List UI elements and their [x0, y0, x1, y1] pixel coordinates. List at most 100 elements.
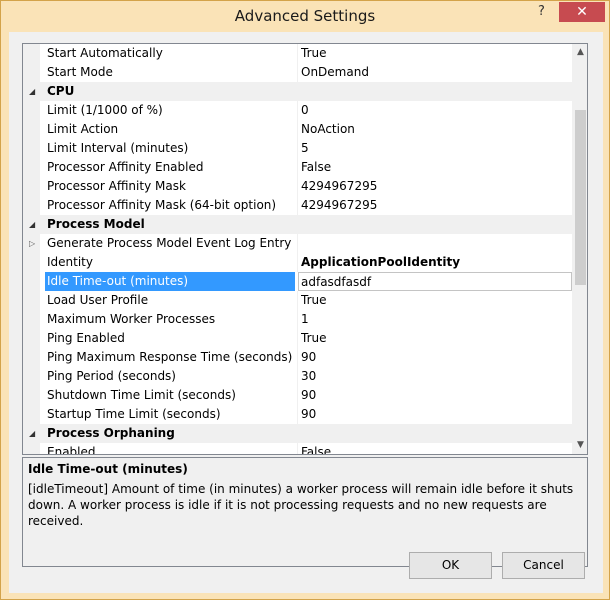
row-gutter [23, 405, 40, 424]
row-gutter [23, 367, 40, 386]
property-name: Identity [47, 255, 93, 269]
property-row-limit-interval[interactable]: Limit Interval (minutes) 5 [23, 139, 572, 158]
property-name: Shutdown Time Limit (seconds) [47, 388, 236, 402]
property-name: Idle Time-out (minutes) [45, 272, 295, 291]
advanced-settings-dialog: Advanced Settings ? ✕ Start Automaticall… [0, 0, 610, 600]
expand-triangle-icon[interactable]: ▷ [29, 234, 35, 253]
property-row-identity[interactable]: Identity ApplicationPoolIdentity [23, 253, 572, 272]
collapse-triangle-icon[interactable]: ◢ [29, 215, 35, 234]
vertical-scrollbar[interactable]: ▲ ▼ [572, 44, 587, 454]
row-gutter [23, 253, 40, 272]
property-name: Processor Affinity Mask (64-bit option) [47, 198, 277, 212]
description-title: Idle Time-out (minutes) [28, 462, 188, 476]
property-row-start-mode[interactable]: Start Mode OnDemand [23, 63, 572, 82]
property-row-processor-affinity-mask[interactable]: Processor Affinity Mask 4294967295 [23, 177, 572, 196]
property-row-orphaning-enabled[interactable]: Enabled False [23, 443, 572, 454]
column-divider [297, 177, 298, 196]
property-name: Load User Profile [47, 293, 149, 307]
property-name: Maximum Worker Processes [47, 312, 216, 326]
row-gutter [23, 291, 40, 310]
property-value[interactable]: 4294967295 [301, 196, 571, 215]
property-row-startup-time-limit[interactable]: Startup Time Limit (seconds) 90 [23, 405, 572, 424]
property-name: Processor Affinity Mask [47, 179, 186, 193]
help-button[interactable]: ? [528, 2, 555, 22]
property-row-ping-max-response[interactable]: Ping Maximum Response Time (seconds) 90 [23, 348, 572, 367]
property-value[interactable]: NoAction [301, 120, 571, 139]
column-divider [297, 291, 298, 310]
property-value[interactable]: 90 [301, 348, 571, 367]
property-name: Limit (1/1000 of %) [47, 103, 163, 117]
column-divider [297, 329, 298, 348]
property-value[interactable]: 90 [301, 386, 571, 405]
scrollbar-thumb[interactable] [575, 110, 586, 285]
property-name: Limit Action [47, 122, 119, 136]
column-divider [297, 367, 298, 386]
property-value[interactable]: 0 [301, 101, 571, 120]
property-row-load-user-profile[interactable]: Load User Profile True [23, 291, 572, 310]
column-divider [297, 120, 298, 139]
property-row-max-worker-processes[interactable]: Maximum Worker Processes 1 [23, 310, 572, 329]
dialog-body: Start Automatically True Start Mode OnDe… [9, 32, 603, 593]
property-rows: Start Automatically True Start Mode OnDe… [23, 44, 572, 454]
row-gutter [23, 329, 40, 348]
property-name: Ping Enabled [47, 331, 125, 345]
property-value[interactable]: True [301, 291, 571, 310]
close-button[interactable]: ✕ [559, 2, 605, 22]
category-process-orphaning[interactable]: ◢ Process Orphaning [23, 424, 572, 443]
column-divider [297, 310, 298, 329]
column-divider [297, 348, 298, 367]
property-row-ping-period[interactable]: Ping Period (seconds) 30 [23, 367, 572, 386]
cancel-button[interactable]: Cancel [502, 552, 585, 579]
collapse-triangle-icon[interactable]: ◢ [29, 82, 35, 101]
property-row-limit-action[interactable]: Limit Action NoAction [23, 120, 572, 139]
column-divider [297, 386, 298, 405]
column-divider [297, 63, 298, 82]
scroll-down-arrow-icon[interactable]: ▼ [572, 437, 587, 454]
property-row-shutdown-time-limit[interactable]: Shutdown Time Limit (seconds) 90 [23, 386, 572, 405]
category-process-model[interactable]: ◢ Process Model [23, 215, 572, 234]
description-text: [idleTimeout] Amount of time (in minutes… [28, 482, 574, 528]
property-value[interactable]: False [301, 158, 571, 177]
row-gutter [23, 386, 40, 405]
property-name: Startup Time Limit (seconds) [47, 407, 221, 421]
property-value[interactable]: ApplicationPoolIdentity [301, 253, 571, 272]
property-value[interactable]: OnDemand [301, 63, 571, 82]
property-value[interactable]: True [301, 44, 571, 63]
property-name: Ping Maximum Response Time (seconds) [47, 350, 293, 364]
ok-button[interactable]: OK [409, 552, 492, 579]
property-row-start-automatically[interactable]: Start Automatically True [23, 44, 572, 63]
property-row-processor-affinity-enabled[interactable]: Processor Affinity Enabled False [23, 158, 572, 177]
property-value[interactable]: 30 [301, 367, 571, 386]
property-value[interactable]: 90 [301, 405, 571, 424]
property-name: Limit Interval (minutes) [47, 141, 189, 155]
property-row-idle-timeout[interactable]: Idle Time-out (minutes) adfasdfasdf [23, 272, 572, 291]
category-name: CPU [47, 84, 75, 98]
property-row-ping-enabled[interactable]: Ping Enabled True [23, 329, 572, 348]
row-gutter [23, 101, 40, 120]
category-name: Process Orphaning [47, 426, 175, 440]
idle-timeout-input[interactable]: adfasdfasdf [298, 272, 572, 291]
row-gutter [23, 310, 40, 329]
category-name: Process Model [47, 217, 145, 231]
property-row-generate-event-log-entry[interactable]: ▷ Generate Process Model Event Log Entry [23, 234, 572, 253]
scroll-up-arrow-icon[interactable]: ▲ [572, 44, 587, 61]
property-row-processor-affinity-mask-64[interactable]: Processor Affinity Mask (64-bit option) … [23, 196, 572, 215]
property-value[interactable]: 4294967295 [301, 177, 571, 196]
row-gutter [23, 348, 40, 367]
column-divider [297, 44, 298, 63]
property-value[interactable]: 1 [301, 310, 571, 329]
description-panel: Idle Time-out (minutes) [idleTimeout] Am… [22, 457, 588, 567]
category-cpu[interactable]: ◢ CPU [23, 82, 572, 101]
property-name: Start Automatically [47, 46, 163, 60]
row-gutter [23, 44, 40, 63]
property-value[interactable]: False [301, 443, 571, 454]
property-row-limit[interactable]: Limit (1/1000 of %) 0 [23, 101, 572, 120]
row-gutter [23, 158, 40, 177]
column-divider [297, 253, 298, 272]
input-value: adfasdfasdf [301, 275, 372, 289]
property-value[interactable]: 5 [301, 139, 571, 158]
collapse-triangle-icon[interactable]: ◢ [29, 424, 35, 443]
column-divider [297, 405, 298, 424]
property-value[interactable]: True [301, 329, 571, 348]
property-grid: Start Automatically True Start Mode OnDe… [22, 43, 588, 455]
